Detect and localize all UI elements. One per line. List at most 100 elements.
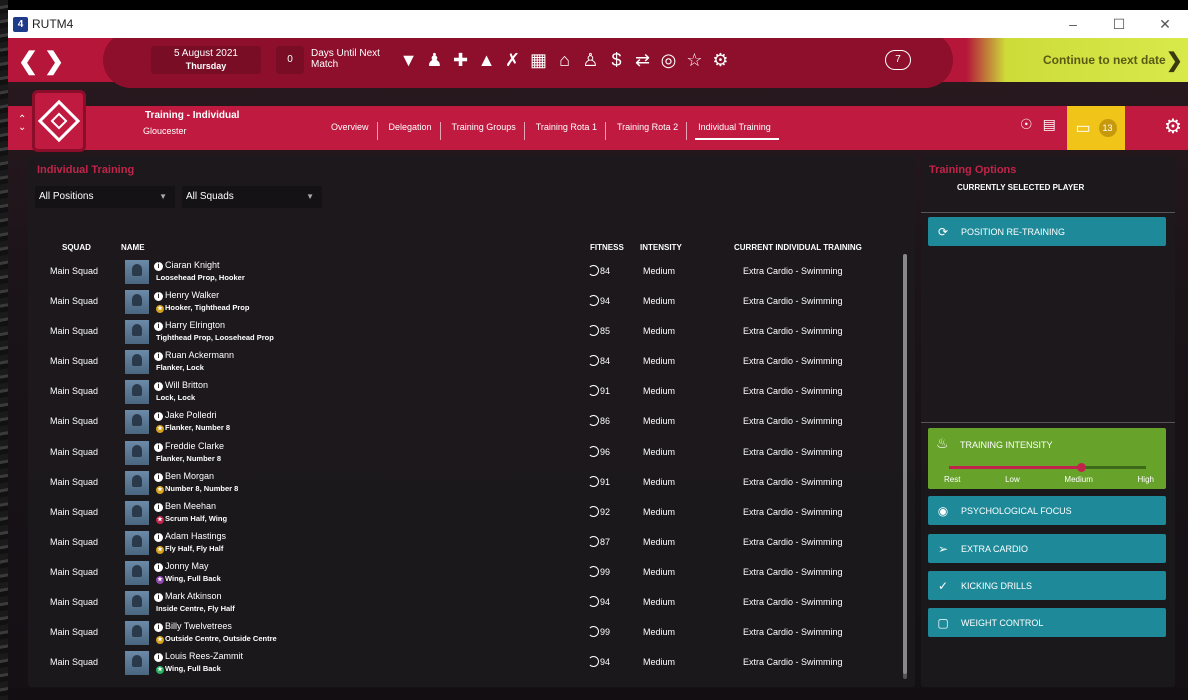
avatar[interactable] [125, 651, 149, 676]
avatar[interactable] [125, 380, 149, 405]
avatar[interactable] [125, 560, 149, 585]
transfer-icon[interactable]: ⇄ [632, 48, 653, 72]
globe-icon[interactable]: ☉ [1020, 116, 1033, 133]
table-row[interactable]: Main Squad i Jake Polledri ★ Flanker, Number… [28, 406, 898, 436]
home-icon[interactable]: ⌂ [554, 48, 575, 72]
tab-overview[interactable]: Overview [328, 122, 378, 140]
intensity-mark-high[interactable]: High [1138, 475, 1154, 484]
position-retraining-button[interactable]: ⟳ POSITION RE-TRAINING [928, 217, 1166, 246]
info-icon[interactable]: i [154, 532, 163, 542]
info-icon[interactable]: i [154, 653, 163, 663]
info-icon[interactable]: i [154, 593, 163, 603]
finance-icon[interactable]: $ [606, 48, 627, 72]
tab-training-rota-1[interactable]: Training Rota 1 [533, 122, 606, 140]
column-header-name[interactable]: NAME [121, 243, 145, 252]
player-name[interactable]: Louis Rees-Zammit [165, 651, 243, 661]
player-name[interactable]: Adam Hastings [165, 531, 226, 541]
table-row[interactable]: Main Squad i Ruan Ackermann Flanker, Lock 84… [28, 346, 898, 376]
clipboard-icon[interactable]: ▤ [1043, 116, 1056, 133]
club-switch-icon[interactable]: ⌃ ⌄ [18, 115, 26, 133]
tactics-icon[interactable]: ✗ [502, 48, 523, 72]
kicking-drills-button[interactable]: ✓ KICKING DRILLS [928, 571, 1166, 600]
intensity-mark-rest[interactable]: Rest [944, 475, 960, 484]
player-name[interactable]: Freddie Clarke [165, 441, 224, 451]
settings-gear-icon[interactable]: ⚙ [1164, 114, 1182, 139]
forward-arrow-icon[interactable]: ❯ [44, 47, 64, 76]
avatar[interactable] [125, 290, 149, 315]
table-row[interactable]: Main Squad i Adam Hastings ★ Fly Half, Fly H… [28, 527, 898, 557]
notifications-counter[interactable]: 7 [885, 50, 911, 70]
info-icon[interactable]: i [154, 472, 163, 482]
cone-icon[interactable]: ▲ [476, 48, 497, 72]
positions-dropdown[interactable]: All Positions ▼ [35, 186, 175, 208]
intensity-mark-medium[interactable]: Medium [1064, 475, 1092, 484]
group-icon[interactable]: ♙ [580, 48, 601, 72]
back-arrow-icon[interactable]: ❮ [18, 47, 38, 76]
scrollbar[interactable] [903, 254, 907, 679]
avatar[interactable] [125, 500, 149, 525]
club-logo[interactable] [32, 90, 86, 152]
continue-button[interactable]: Continue to next date [1043, 53, 1166, 67]
avatar[interactable] [125, 621, 149, 646]
player-name[interactable]: Ben Meehan [165, 501, 216, 511]
intensity-slider-handle[interactable] [1077, 463, 1086, 472]
close-button[interactable]: ✕ [1142, 16, 1188, 33]
info-icon[interactable]: i [154, 502, 163, 512]
trophy-icon[interactable]: ☆ [684, 48, 705, 72]
avatar[interactable] [125, 530, 149, 555]
tab-training-rota-2[interactable]: Training Rota 2 [614, 122, 688, 140]
player-name[interactable]: Jonny May [165, 561, 209, 571]
player-name[interactable]: Billy Twelvetrees [165, 621, 232, 631]
table-row[interactable]: Main Squad i Ben Meehan ★ Scrum Half, Wing 92… [28, 497, 898, 527]
shield-icon[interactable]: ▼ [398, 48, 419, 72]
maximize-button[interactable]: ☐ [1096, 16, 1142, 33]
avatar[interactable] [125, 350, 149, 375]
inbox-button[interactable]: ▭ 13 [1067, 106, 1125, 150]
psychological-focus-button[interactable]: ◉ PSYCHOLOGICAL FOCUS [928, 496, 1166, 525]
info-icon[interactable]: i [154, 352, 163, 362]
table-row[interactable]: Main Squad i Will Britton Lock, Lock 91 Mediu… [28, 376, 898, 406]
player-name[interactable]: Ben Morgan [165, 471, 214, 481]
tab-training-groups[interactable]: Training Groups [449, 122, 525, 140]
table-row[interactable]: Main Squad i Harry Elrington Tighthead Prop… [28, 316, 898, 346]
info-icon[interactable]: i [154, 382, 163, 392]
minimize-button[interactable]: – [1050, 16, 1096, 33]
extra-cardio-button[interactable]: ➢ EXTRA CARDIO [928, 534, 1166, 563]
player-name[interactable]: Mark Atkinson [165, 591, 222, 601]
info-icon[interactable]: i [154, 322, 163, 332]
avatar[interactable] [125, 591, 149, 616]
table-row[interactable]: Main Squad i Louis Rees-Zammit ★ Wing, Full … [28, 647, 898, 677]
info-icon[interactable]: i [154, 623, 163, 633]
scrollbar-thumb[interactable] [903, 254, 907, 674]
avatar[interactable] [125, 470, 149, 495]
intensity-mark-low[interactable]: Low [1005, 475, 1020, 484]
player-name[interactable]: Jake Polledri [165, 410, 217, 420]
medical-icon[interactable]: ✚ [450, 48, 471, 72]
table-row[interactable]: Main Squad i Ciaran Knight Loosehead Prop, … [28, 256, 898, 286]
table-row[interactable]: Main Squad i Jonny May ★ Wing, Full Back 99 Me… [28, 557, 898, 587]
calendar-icon[interactable]: ▦ [528, 48, 549, 72]
column-header-fitness[interactable]: FITNESS [590, 243, 624, 252]
column-header-intensity[interactable]: INTENSITY [640, 243, 682, 252]
info-icon[interactable]: i [154, 262, 163, 271]
staff-icon[interactable]: ⚙ [710, 48, 731, 72]
info-icon[interactable]: i [154, 442, 163, 452]
avatar[interactable] [125, 260, 149, 284]
squads-dropdown[interactable]: All Squads ▼ [182, 186, 322, 208]
current-date[interactable]: 5 August 2021 Thursday [151, 46, 261, 74]
column-header-training[interactable]: CURRENT INDIVIDUAL TRAINING [734, 243, 862, 252]
player-name[interactable]: Henry Walker [165, 290, 219, 300]
people-icon[interactable]: ♟ [424, 48, 445, 72]
player-name[interactable]: Will Britton [165, 380, 208, 390]
avatar[interactable] [125, 410, 149, 435]
column-header-squad[interactable]: SQUAD [62, 243, 91, 252]
table-row[interactable]: Main Squad i Henry Walker ★ Hooker, Tighthea… [28, 286, 898, 316]
weight-control-button[interactable]: ▢ WEIGHT CONTROL [928, 608, 1166, 637]
target-icon[interactable]: ◎ [658, 48, 679, 72]
player-name[interactable]: Ciaran Knight [165, 260, 220, 270]
tab-delegation[interactable]: Delegation [386, 122, 441, 140]
continue-arrow-icon[interactable]: ❯ [1166, 48, 1183, 73]
player-name[interactable]: Harry Elrington [165, 320, 225, 330]
table-row[interactable]: Main Squad i Billy Twelvetrees ★ Outside Cen… [28, 617, 898, 647]
avatar[interactable] [125, 440, 149, 465]
